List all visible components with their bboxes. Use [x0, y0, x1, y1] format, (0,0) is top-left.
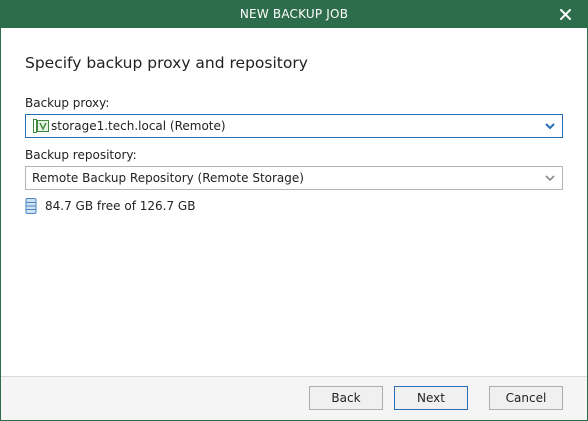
close-button[interactable] [555, 1, 575, 28]
backup-proxy-value: storage1.tech.local (Remote) [51, 119, 226, 133]
chevron-down-icon[interactable] [544, 167, 556, 189]
backup-repository-label: Backup repository: [25, 148, 137, 162]
backup-repository-value: Remote Backup Repository (Remote Storage… [32, 171, 304, 185]
backup-proxy-label: Backup proxy: [25, 96, 110, 110]
chevron-down-icon[interactable] [544, 115, 556, 137]
dialog-content: Specify backup proxy and repository Back… [25, 28, 563, 214]
window-title: NEW BACKUP JOB [239, 7, 349, 21]
proxy-server-icon [33, 119, 49, 133]
repository-free-space: 84.7 GB free of 126.7 GB [25, 198, 563, 214]
storage-icon [25, 198, 37, 214]
dialog-footer: Back Next Cancel [1, 376, 587, 420]
title-bar: NEW BACKUP JOB [1, 1, 587, 28]
close-icon [559, 9, 571, 20]
page-heading: Specify backup proxy and repository [25, 54, 308, 72]
next-button[interactable]: Next [394, 386, 468, 410]
backup-proxy-select[interactable]: storage1.tech.local (Remote) [25, 114, 563, 138]
back-button[interactable]: Back [309, 386, 383, 410]
backup-repository-select[interactable]: Remote Backup Repository (Remote Storage… [25, 166, 563, 190]
free-space-text: 84.7 GB free of 126.7 GB [45, 199, 196, 213]
dialog-window: NEW BACKUP JOB Specify backup proxy and … [0, 0, 588, 421]
cancel-button[interactable]: Cancel [489, 386, 563, 410]
